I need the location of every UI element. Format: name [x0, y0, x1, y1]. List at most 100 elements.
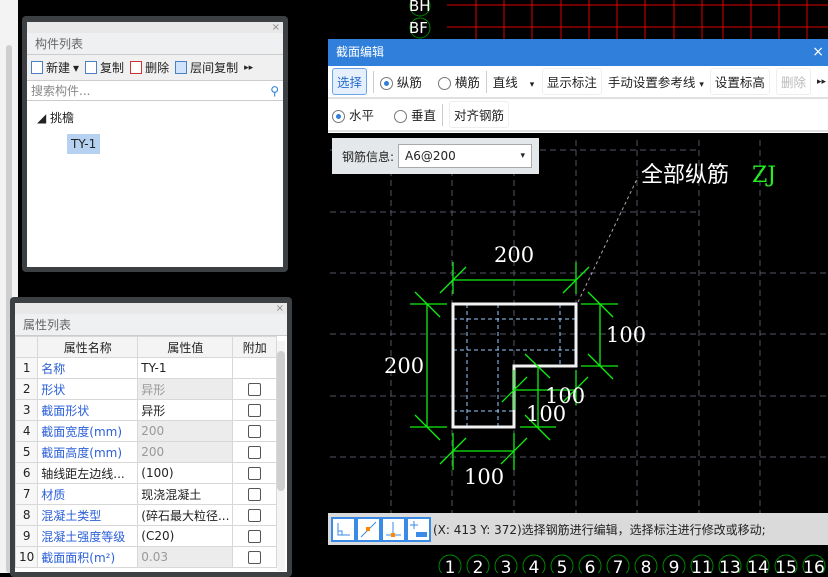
extra-cell: [232, 420, 277, 442]
extra-checkbox[interactable]: [248, 383, 262, 396]
new-button[interactable]: 新建 ▾: [31, 59, 79, 76]
line-mode-dropdown[interactable]: 直线 ▾: [493, 72, 536, 91]
more-button[interactable]: ▸▸: [244, 63, 253, 73]
property-name: 混凝土类型: [37, 504, 139, 526]
rebar-select[interactable]: A6@200 ▾: [398, 144, 533, 168]
close-icon[interactable]: ×: [812, 39, 824, 66]
tree-group[interactable]: ◢ 挑檐: [27, 101, 283, 126]
annotation-code[interactable]: ZJ: [752, 163, 776, 188]
table-row[interactable]: 7 材质 现浇混凝土: [15, 483, 277, 505]
property-value[interactable]: 现浇混凝土: [137, 483, 234, 505]
property-value[interactable]: 0.03: [137, 546, 234, 568]
table-row[interactable]: 4 截面宽度(mm) 200: [15, 420, 277, 442]
property-value[interactable]: 200: [137, 441, 234, 463]
extra-cell: [232, 441, 277, 463]
table-row[interactable]: 2 形状 异形: [15, 378, 277, 400]
dim-right[interactable]: 100: [606, 323, 646, 347]
table-row[interactable]: 5 截面高度(mm) 200: [15, 441, 277, 463]
extra-checkbox[interactable]: [248, 488, 262, 501]
dim-bottom[interactable]: 100: [464, 465, 504, 489]
delete-icon: [130, 61, 143, 74]
delete-button[interactable]: 删除: [130, 59, 169, 76]
row-num: 6: [15, 462, 39, 484]
copy-button[interactable]: 复制: [85, 59, 124, 76]
axis-label: 6: [585, 558, 596, 573]
dim-inner-v[interactable]: 100: [526, 402, 566, 426]
show-dims-button[interactable]: 显示标注: [541, 68, 602, 95]
line-tool-icon[interactable]: [356, 516, 381, 542]
property-value[interactable]: TY-1: [137, 357, 234, 379]
row-num: 7: [15, 483, 39, 505]
radio-longitudinal[interactable]: 纵筋: [379, 72, 422, 91]
row-num: 2: [15, 378, 39, 400]
properties-panel: × 属性列表 属性名称 属性值 附加 1 名称 TY-1 2 形状 异形 3 截面形状 异形 4 截面宽…: [10, 297, 292, 577]
search-icon[interactable]: ⚲: [270, 84, 279, 98]
extra-cell: [232, 504, 277, 526]
annotation-text[interactable]: 全部纵筋: [641, 163, 729, 188]
select-button[interactable]: 选择: [332, 68, 368, 95]
align-rebar-button[interactable]: 对齐钢筋: [449, 101, 510, 128]
extra-cell: [232, 378, 277, 400]
extra-checkbox[interactable]: [248, 425, 262, 438]
delete-button[interactable]: 删除: [775, 68, 811, 95]
axis-label: 1: [445, 558, 456, 573]
drawing-canvas[interactable]: 200 200 100 100 100 100 全部纵筋 ZJ 钢筋信息: A6…: [328, 133, 828, 513]
leader-line: [577, 176, 639, 303]
property-name: 形状: [37, 378, 139, 400]
table-row[interactable]: 6 轴线距左边线... (100): [15, 462, 277, 484]
table-row[interactable]: 3 截面形状 异形: [15, 399, 277, 421]
extra-cell: [232, 483, 277, 505]
dim-left[interactable]: 200: [384, 354, 424, 378]
axis-label: 4: [529, 558, 540, 573]
more-button[interactable]: ▸▸: [817, 77, 826, 87]
radio-vertical[interactable]: 垂直: [394, 105, 436, 124]
property-name: 截面面积(m²): [37, 546, 139, 568]
extra-checkbox[interactable]: [248, 467, 262, 480]
close-icon[interactable]: ×: [272, 22, 280, 33]
status-text: (X: 413 Y: 372)选择钢筋进行编辑，选择标注进行修改或移动;: [433, 522, 766, 537]
table-row[interactable]: 9 混凝土强度等级 (C20): [15, 525, 277, 547]
extra-checkbox[interactable]: [248, 404, 262, 417]
tree-item-ty1[interactable]: TY-1: [67, 134, 101, 154]
corner-tool-icon[interactable]: [331, 516, 356, 542]
property-value[interactable]: (碎石最大粒径...: [137, 504, 234, 526]
floor-copy-button[interactable]: 层间复制: [175, 59, 238, 76]
set-elevation-button[interactable]: 设置标高: [709, 68, 770, 95]
row-num: 8: [15, 504, 39, 526]
close-icon[interactable]: ×: [276, 303, 284, 314]
table-row[interactable]: 1 名称 TY-1: [15, 357, 277, 379]
perpendicular-tool-icon[interactable]: [381, 516, 406, 542]
properties-table: 属性名称 属性值 附加 1 名称 TY-1 2 形状 异形 3 截面形状 异形 4 截面宽度(mm) 20…: [15, 336, 277, 568]
radio-horizontal[interactable]: 水平: [332, 105, 374, 124]
table-row[interactable]: 10 截面面积(m²) 0.03: [15, 546, 277, 568]
search-input[interactable]: 搜索构件... ⚲: [27, 81, 283, 101]
property-name: 截面形状: [37, 399, 139, 421]
extra-checkbox[interactable]: [248, 530, 262, 543]
add-point-tool-icon[interactable]: [406, 516, 431, 542]
property-value[interactable]: 200: [137, 420, 234, 442]
extra-cell: [232, 546, 277, 568]
row-num: 3: [15, 399, 39, 421]
manual-ref-dropdown[interactable]: 手动设置参考线 ▾: [608, 72, 704, 91]
extra-checkbox[interactable]: [248, 446, 262, 459]
radio-transverse[interactable]: 横筋: [437, 72, 480, 91]
property-name: 轴线距左边线...: [37, 462, 139, 484]
axis-label: 16: [803, 558, 825, 573]
extra-checkbox[interactable]: [248, 551, 262, 564]
axis-label: BF: [409, 19, 428, 37]
header-num: [15, 336, 39, 358]
dim-top[interactable]: 200: [494, 243, 534, 267]
table-row[interactable]: 8 混凝土类型 (碎石最大粒径...: [15, 504, 277, 526]
row-num: 9: [15, 525, 39, 547]
property-value[interactable]: (C20): [137, 525, 234, 547]
dialog-title: 截面编辑: [336, 45, 385, 59]
property-value[interactable]: 异形: [137, 399, 234, 421]
row-num: 4: [15, 420, 39, 442]
extra-checkbox[interactable]: [248, 509, 262, 522]
property-value[interactable]: (100): [137, 462, 234, 484]
property-name: 混凝土强度等级: [37, 525, 139, 547]
panel-title: 属性列表: [15, 314, 287, 336]
properties-scrollbar[interactable]: [277, 341, 285, 571]
extra-cell: [232, 399, 277, 421]
property-value[interactable]: 异形: [137, 378, 234, 400]
